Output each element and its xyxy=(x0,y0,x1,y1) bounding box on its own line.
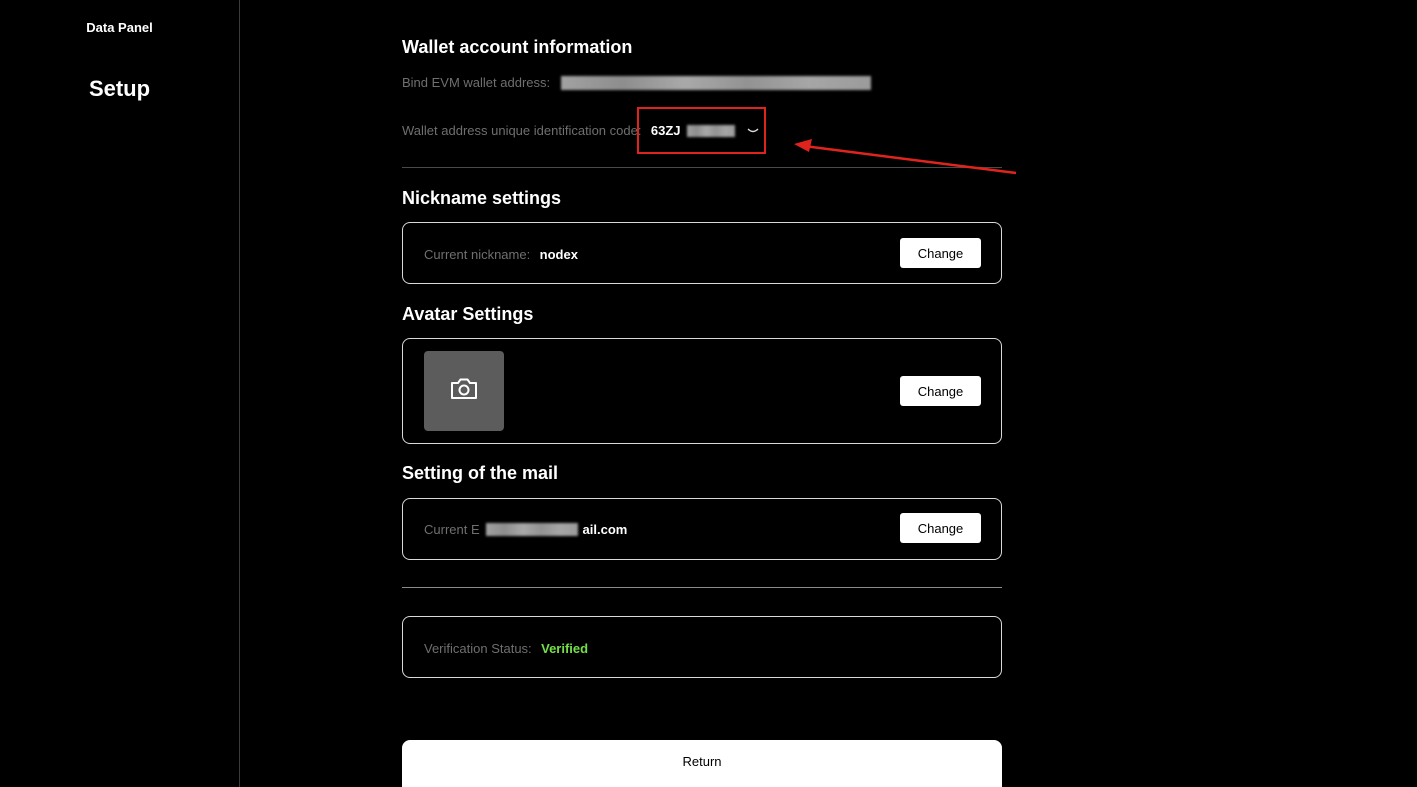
sidebar-item-data-panel[interactable]: Data Panel xyxy=(0,20,239,35)
bind-wallet-row: Bind EVM wallet address: xyxy=(402,74,871,92)
change-mail-button[interactable]: Change xyxy=(900,513,981,543)
change-nickname-button[interactable]: Change xyxy=(900,238,981,268)
mail-card: Current E ail.com Change xyxy=(402,498,1002,560)
nickname-label: Current nickname: xyxy=(424,247,531,262)
nickname-card: Current nickname: nodex Change xyxy=(402,222,1002,284)
mail-value-suffix: ail.com xyxy=(582,522,628,537)
change-avatar-button[interactable]: Change xyxy=(900,376,981,406)
sidebar-item-setup[interactable]: Setup xyxy=(0,76,239,102)
app-root: Data Panel Setup Wallet account informat… xyxy=(0,0,1417,787)
mail-section-title: Setting of the mail xyxy=(402,463,559,483)
mail-label: Current E xyxy=(424,522,480,537)
wallet-address-redacted xyxy=(560,75,871,90)
wallet-uid-label: Wallet address unique identification cod… xyxy=(402,123,642,139)
nickname-value: nodex xyxy=(539,247,578,262)
mail-row: Current E ail.com xyxy=(424,521,627,539)
verification-row: Verification Status: Verified xyxy=(424,640,588,658)
bind-wallet-label: Bind EVM wallet address: xyxy=(402,75,551,90)
annotation-arrow-icon xyxy=(794,139,1017,175)
verification-label: Verification Status: xyxy=(424,641,532,656)
avatar-section-title: Avatar Settings xyxy=(402,304,534,324)
verification-card: Verification Status: Verified xyxy=(402,616,1002,678)
verification-status-badge: Verified xyxy=(541,641,589,656)
avatar-upload[interactable] xyxy=(424,351,504,431)
nickname-row: Current nickname: nodex xyxy=(424,246,578,264)
wallet-section-title: Wallet account information xyxy=(402,37,633,57)
avatar-card: Change xyxy=(402,338,1002,444)
sidebar: Data Panel Setup xyxy=(0,0,240,787)
mail-redacted xyxy=(486,523,579,537)
annotation-highlight-box xyxy=(637,107,766,154)
section-divider xyxy=(402,587,1002,588)
return-button[interactable]: Return xyxy=(402,740,1002,787)
nickname-section-title: Nickname settings xyxy=(402,188,562,208)
camera-icon xyxy=(449,377,479,406)
